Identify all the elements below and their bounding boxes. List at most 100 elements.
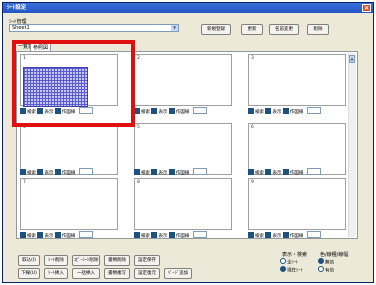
cell-4-options: 検索 表示 作図線 — [20, 168, 93, 176]
cell-number: 9 — [251, 180, 254, 185]
search-checkbox[interactable] — [248, 231, 254, 238]
close-button[interactable]: × — [362, 4, 371, 12]
drawline-checkbox[interactable] — [282, 168, 289, 175]
cell-6-options: 検索 表示 作図線 — [248, 168, 321, 176]
search-checkbox[interactable] — [20, 168, 26, 175]
search-checkbox[interactable] — [134, 231, 140, 238]
search-label: 検索 — [141, 234, 150, 239]
cell-7[interactable]: 7 — [20, 178, 118, 230]
register-button[interactable]: 新規登録 — [201, 24, 231, 35]
drawline-checkbox[interactable] — [282, 107, 289, 114]
delete-doc-button[interactable]: 書類削除 — [104, 255, 130, 266]
drawline-label: 作図線 — [175, 234, 190, 239]
insert-sheet-button[interactable]: ｼｰﾄ挿入 — [44, 268, 68, 279]
window-title: ｼｰﾄ設定 — [7, 5, 27, 11]
display-checkbox[interactable] — [37, 168, 44, 175]
underline-button[interactable]: 下線(U) — [18, 268, 40, 279]
style-opt-a: 無効 — [318, 258, 334, 266]
display-label: 表示 — [272, 110, 282, 115]
add-page-button[interactable]: ﾍﾟｰｼﾞ追加 — [164, 268, 192, 279]
restore-settings-button[interactable]: 設定復元 — [134, 268, 160, 279]
cell-9[interactable]: 9 — [248, 178, 346, 230]
selection-highlight — [12, 40, 135, 127]
display-checkbox[interactable] — [151, 107, 158, 114]
color-swatch[interactable] — [306, 107, 321, 114]
search-label: 検索 — [27, 234, 36, 239]
search-checkbox[interactable] — [248, 107, 254, 114]
rename-button[interactable]: 名前変更 — [269, 24, 299, 35]
display-checkbox[interactable] — [151, 231, 158, 238]
search-checkbox[interactable] — [134, 168, 140, 175]
cell-8-options: 検索 表示 作図線 — [134, 231, 207, 239]
copy-sheet-delete-button[interactable]: ｺﾋﾟｰｼｰﾄ削除 — [72, 255, 100, 266]
color-swatch[interactable] — [192, 168, 207, 175]
cell-8[interactable]: 8 — [134, 178, 232, 230]
drawline-label: 作図線 — [61, 234, 76, 239]
update-button[interactable]: 更新 — [241, 24, 263, 35]
drawline-checkbox[interactable] — [168, 168, 175, 175]
display-search-title: 表示・検索 — [282, 252, 308, 258]
display-label: 表示 — [158, 110, 168, 115]
search-label: 検索 — [255, 110, 264, 115]
cell-6[interactable]: 6 — [248, 123, 346, 175]
cell-number: 5 — [137, 125, 140, 130]
enable-radio[interactable] — [318, 266, 324, 272]
drawline-checkbox[interactable] — [168, 107, 175, 114]
current-sheet-radio[interactable] — [280, 266, 286, 272]
import-button[interactable]: 取込(I) — [18, 255, 40, 266]
cell-4[interactable]: 4 — [20, 123, 118, 175]
cell-9-options: 検索 表示 作図線 — [248, 231, 321, 239]
drawline-checkbox[interactable] — [168, 231, 175, 238]
color-swatch[interactable] — [306, 168, 321, 175]
bulk-insert-button[interactable]: 一括挿入 — [72, 268, 100, 279]
sheet-select[interactable]: Sheet1 ▼ — [9, 24, 179, 32]
display-label: 表示 — [158, 171, 168, 176]
search-checkbox[interactable] — [20, 231, 26, 238]
drawline-label: 作図線 — [289, 171, 304, 176]
color-swatch[interactable] — [78, 168, 93, 175]
all-sheets-radio[interactable] — [280, 258, 286, 264]
drawline-label: 作図線 — [289, 110, 304, 115]
cell-number: 7 — [23, 180, 26, 185]
disable-label: 無効 — [325, 260, 334, 266]
color-swatch[interactable] — [192, 231, 207, 238]
display-opt-a: 全ｼｰﾄ — [280, 258, 299, 266]
display-checkbox[interactable] — [265, 107, 272, 114]
drawline-checkbox[interactable] — [282, 231, 289, 238]
disable-radio[interactable] — [318, 258, 324, 264]
drawline-label: 作図線 — [175, 110, 190, 115]
search-checkbox[interactable] — [248, 168, 254, 175]
sheet-select-value: Sheet1 — [12, 25, 30, 31]
vertical-scrollbar[interactable]: ▲ — [348, 53, 356, 237]
cell-number: 8 — [137, 180, 140, 185]
scroll-up-icon[interactable]: ▲ — [349, 55, 355, 63]
cell-5[interactable]: 5 — [134, 123, 232, 175]
cell-7-options: 検索 表示 作図線 — [20, 231, 93, 239]
drawline-checkbox[interactable] — [54, 231, 61, 238]
cell-2-options: 検索 表示 作図線 — [134, 107, 207, 115]
delete-button[interactable]: 削除 — [307, 24, 329, 35]
display-checkbox[interactable] — [265, 168, 272, 175]
drawline-label: 作図線 — [175, 171, 190, 176]
cell-2[interactable]: 2 — [134, 54, 232, 106]
drawline-checkbox[interactable] — [54, 168, 61, 175]
current-sheet-label: 現在ｼｰﾄ — [287, 268, 303, 274]
display-label: 表示 — [44, 234, 54, 239]
cell-3[interactable]: 3 — [248, 54, 346, 106]
cell-number: 6 — [251, 125, 254, 130]
display-checkbox[interactable] — [151, 168, 158, 175]
delete-sheet-button[interactable]: ｼｰﾄ削除 — [44, 255, 68, 266]
color-swatch[interactable] — [192, 107, 207, 114]
save-settings-button[interactable]: 設定保存 — [134, 255, 160, 266]
chevron-down-icon[interactable]: ▼ — [171, 25, 178, 31]
copy-doc-button[interactable]: 書類複写 — [104, 268, 130, 279]
search-label: 検索 — [255, 171, 264, 176]
color-swatch[interactable] — [78, 231, 93, 238]
display-label: 表示 — [44, 171, 54, 176]
cell-number: 2 — [137, 56, 140, 61]
display-checkbox[interactable] — [37, 231, 44, 238]
display-label: 表示 — [158, 234, 168, 239]
color-swatch[interactable] — [306, 231, 321, 238]
all-sheets-label: 全ｼｰﾄ — [287, 260, 299, 266]
display-checkbox[interactable] — [265, 231, 272, 238]
